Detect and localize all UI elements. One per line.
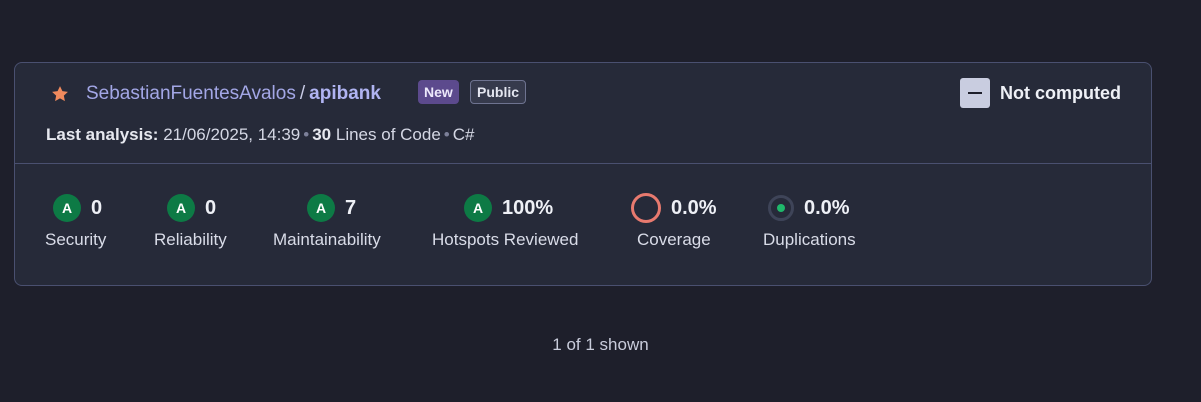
coverage-ring-icon: [631, 193, 661, 223]
project-card-header: SebastianFuentesAvalos / apibank New Publi…: [15, 63, 1151, 164]
not-computed-icon: [960, 78, 990, 108]
analysis-meta: Last analysis: 21/06/2025, 14:39 • 30 Line…: [46, 125, 474, 145]
metric-maintainability[interactable]: A 7 Maintainability: [273, 192, 381, 249]
public-badge: Public: [470, 80, 527, 104]
maintainability-value[interactable]: 7: [345, 197, 356, 220]
project-title[interactable]: SebastianFuentesAvalos / apibank: [86, 82, 381, 106]
loc-value: 30: [312, 125, 332, 144]
reliability-label: Reliability: [154, 230, 227, 249]
coverage-value[interactable]: 0.0%: [671, 197, 717, 220]
security-label: Security: [45, 230, 107, 249]
metric-reliability[interactable]: A 0 Reliability: [154, 192, 227, 249]
duplications-ring-icon: [768, 195, 794, 221]
last-analysis-label: Last analysis:: [46, 125, 159, 144]
hotspots-label: Hotspots Reviewed: [432, 230, 579, 249]
hotspots-value[interactable]: 100%: [502, 197, 553, 220]
security-grade-badge: A: [53, 194, 81, 222]
maintainability-grade-badge: A: [307, 194, 335, 222]
hotspots-grade-badge: A: [464, 194, 492, 222]
metric-duplications[interactable]: 0.0% Duplications: [763, 192, 856, 249]
quality-gate-status: Not computed: [960, 78, 1121, 108]
meta-dot: •: [443, 125, 450, 144]
security-value[interactable]: 0: [91, 197, 102, 220]
project-card: SebastianFuentesAvalos / apibank New Publi…: [14, 62, 1152, 286]
quality-gate-label: Not computed: [1000, 82, 1121, 103]
new-badge: New: [418, 80, 459, 104]
project-name-link[interactable]: apibank: [309, 83, 381, 104]
metric-hotspots[interactable]: A 100% Hotspots Reviewed: [432, 192, 578, 249]
maintainability-label: Maintainability: [273, 230, 381, 249]
metric-security[interactable]: A 0 Security: [45, 192, 106, 249]
meta-dot: •: [303, 125, 310, 144]
title-separator: /: [299, 83, 306, 104]
last-analysis-value: 21/06/2025, 14:39: [163, 125, 301, 144]
duplications-label: Duplications: [763, 230, 856, 249]
metric-coverage[interactable]: 0.0% Coverage: [631, 192, 717, 249]
coverage-label: Coverage: [637, 230, 711, 249]
metrics-row: A 0 Security A 0 Reliability A 7 Maintai…: [15, 164, 1151, 286]
duplications-value[interactable]: 0.0%: [804, 197, 850, 220]
reliability-grade-badge: A: [167, 194, 195, 222]
results-count: 1 of 1 shown: [552, 335, 649, 354]
loc-label: Lines of Code: [335, 125, 441, 144]
reliability-value[interactable]: 0: [205, 197, 216, 220]
language: C#: [452, 125, 475, 144]
star-icon[interactable]: [50, 84, 70, 104]
organization-link[interactable]: SebastianFuentesAvalos: [86, 83, 296, 104]
